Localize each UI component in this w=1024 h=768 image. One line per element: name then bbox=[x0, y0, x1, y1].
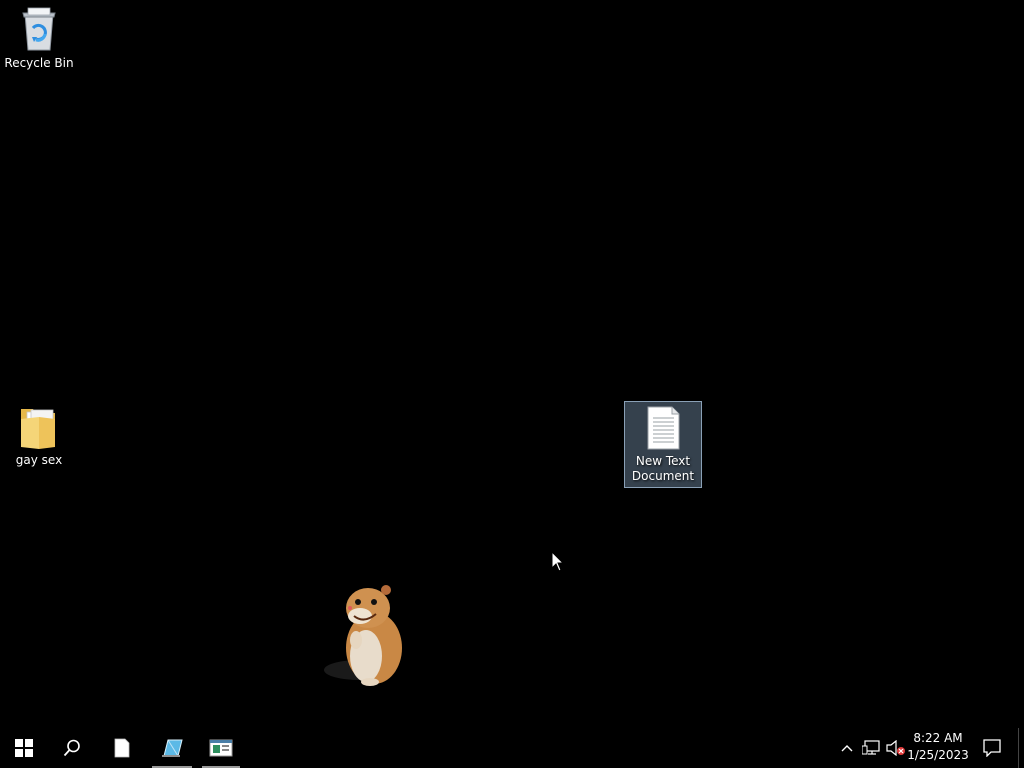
show-desktop-button[interactable] bbox=[1018, 728, 1024, 768]
recycle-bin-icon bbox=[22, 7, 56, 51]
notepad-icon bbox=[114, 738, 130, 758]
taskbar-crystal-app-button[interactable] bbox=[148, 728, 196, 768]
folder-desktop-icon[interactable]: gay sex bbox=[1, 403, 77, 468]
clock-time: 8:22 AM bbox=[913, 731, 963, 745]
folder-icon bbox=[21, 409, 55, 449]
taskbar-clock[interactable]: 8:22 AM 1/25/2023 bbox=[906, 730, 970, 768]
network-tray-button[interactable] bbox=[859, 728, 883, 768]
show-hidden-icons-button[interactable] bbox=[836, 728, 858, 768]
search-icon bbox=[63, 739, 80, 757]
folder-label: gay sex bbox=[15, 453, 63, 467]
taskbar-notepad-button[interactable] bbox=[98, 728, 146, 768]
start-button[interactable] bbox=[0, 728, 48, 768]
search-button[interactable] bbox=[48, 728, 96, 768]
text-document-label: New Text Document bbox=[631, 454, 695, 483]
action-center-button[interactable] bbox=[972, 728, 1012, 768]
taskbar: 8:22 AM 1/25/2023 bbox=[0, 728, 1024, 768]
text-document-icon bbox=[647, 406, 680, 450]
taskbar-window-app-button[interactable] bbox=[198, 728, 244, 768]
hamster-desktop-pet-icon[interactable] bbox=[320, 578, 416, 690]
desktop[interactable]: Recycle Bin gay sex New Text Document bbox=[0, 0, 1024, 728]
crystal-app-icon bbox=[162, 739, 183, 757]
text-document-desktop-icon[interactable]: New Text Document bbox=[624, 401, 702, 488]
recycle-bin-label: Recycle Bin bbox=[4, 56, 74, 70]
chevron-up-icon bbox=[841, 745, 853, 752]
windows-start-icon bbox=[15, 739, 33, 757]
window-app-icon bbox=[209, 739, 233, 757]
clock-date: 1/25/2023 bbox=[907, 748, 969, 762]
mouse-pointer-icon bbox=[551, 551, 565, 572]
volume-muted-icon bbox=[886, 740, 905, 756]
recycle-bin-desktop-icon[interactable]: Recycle Bin bbox=[1, 6, 77, 71]
notification-icon bbox=[983, 739, 1001, 757]
network-icon bbox=[862, 740, 880, 755]
